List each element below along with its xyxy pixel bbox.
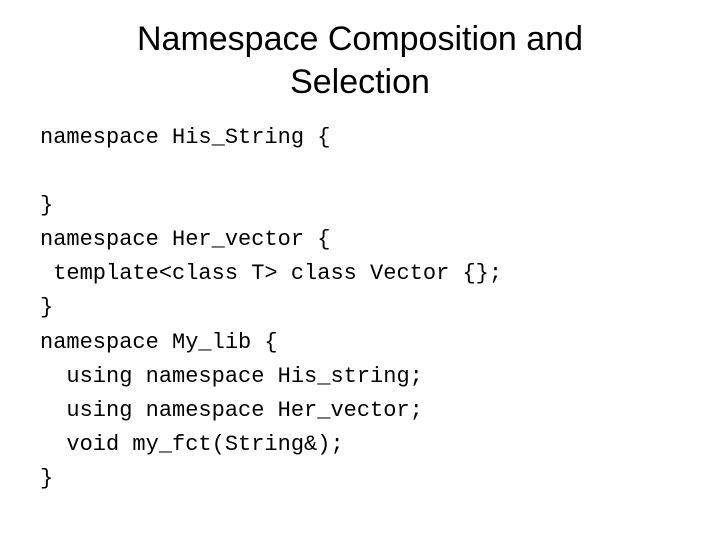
code-line: namespace His_String { (40, 125, 330, 150)
code-line: template<class T> class Vector {}; (40, 261, 502, 286)
code-line: void my_fct(String&); (40, 432, 344, 457)
code-line: namespace Her_vector { (40, 227, 330, 252)
code-line: } (40, 466, 53, 491)
slide-title: Namespace Composition and Selection (40, 18, 680, 103)
code-line: namespace My_lib { (40, 330, 278, 355)
code-line: using namespace Her_vector; (40, 398, 423, 423)
code-line: using namespace His_string; (40, 364, 423, 389)
code-line: } (40, 295, 53, 320)
code-line: } (40, 193, 53, 218)
code-block: namespace His_String { } namespace Her_v… (40, 121, 680, 496)
